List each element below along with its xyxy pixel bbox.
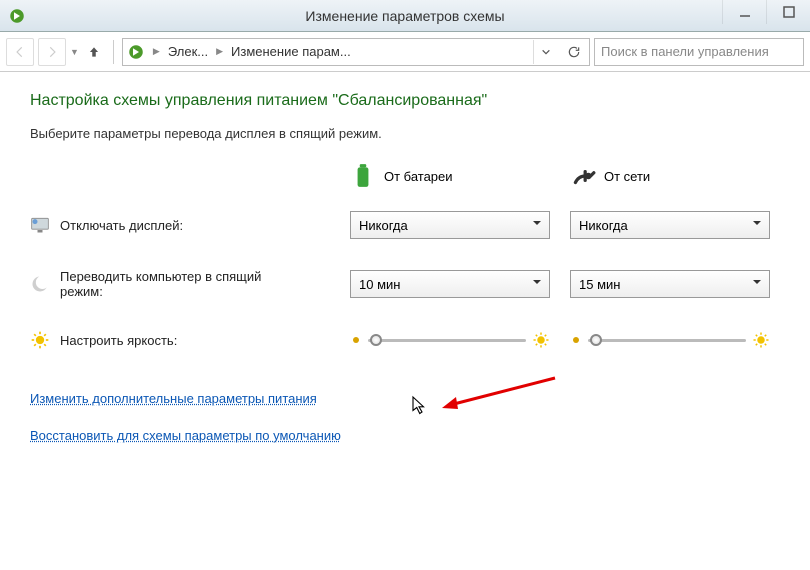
nav-bar: ▼ ▶ Элек... ▶ Изменение парам... Поиск в… <box>0 32 810 72</box>
monitor-icon <box>30 215 50 235</box>
page-subheading: Выберите параметры перевода дисплея в сп… <box>30 126 790 141</box>
brightness-plugged-slider[interactable] <box>570 329 770 351</box>
maximize-button[interactable] <box>766 0 810 24</box>
display-off-battery-select[interactable]: Никогда <box>350 211 550 239</box>
breadcrumb-item[interactable]: Элек... <box>166 44 210 59</box>
cursor-icon <box>410 395 428 417</box>
brightness-low-icon <box>570 334 582 346</box>
column-header-battery: От батареи <box>350 163 570 189</box>
breadcrumb[interactable]: ▶ Элек... ▶ Изменение парам... <box>122 38 590 66</box>
brightness-battery-slider[interactable] <box>350 329 550 351</box>
setting-label-text: Переводить компьютер в спящий режим: <box>60 269 300 299</box>
annotation-arrow-icon <box>440 373 560 413</box>
power-options-icon <box>8 7 26 25</box>
sleep-plugged-select[interactable]: 15 мин <box>570 270 770 298</box>
page-heading: Настройка схемы управления питанием "Сба… <box>30 92 790 110</box>
advanced-settings-link[interactable]: Изменить дополнительные параметры питани… <box>30 391 317 406</box>
setting-label-text: Отключать дисплей: <box>60 218 183 233</box>
brightness-high-icon <box>752 331 770 349</box>
moon-icon <box>30 274 50 294</box>
minimize-button[interactable] <box>722 0 766 24</box>
setting-label-text: Настроить яркость: <box>60 333 177 348</box>
setting-row-brightness: Настроить яркость: <box>30 329 790 351</box>
breadcrumb-item[interactable]: Изменение парам... <box>229 44 353 59</box>
column-label: От батареи <box>384 169 453 184</box>
nav-history-dropdown[interactable]: ▼ <box>70 47 79 57</box>
brightness-high-icon <box>532 331 550 349</box>
breadcrumb-dropdown-button[interactable] <box>533 40 557 64</box>
search-input[interactable]: Поиск в панели управления <box>594 38 804 66</box>
nav-up-button[interactable] <box>83 41 105 63</box>
chevron-right-icon: ▶ <box>151 46 162 57</box>
sleep-battery-select[interactable]: 10 мин <box>350 270 550 298</box>
sun-icon <box>30 330 50 350</box>
plug-icon <box>570 163 596 189</box>
battery-icon <box>350 163 376 189</box>
chevron-right-icon: ▶ <box>214 46 225 57</box>
refresh-button[interactable] <box>561 45 587 59</box>
display-off-plugged-select[interactable]: Никогда <box>570 211 770 239</box>
title-bar: Изменение параметров схемы <box>0 0 810 32</box>
power-options-icon <box>127 43 145 61</box>
setting-row-sleep: Переводить компьютер в спящий режим: 10 … <box>30 269 790 299</box>
column-header-plugged: От сети <box>570 163 790 189</box>
nav-back-button[interactable] <box>6 38 34 66</box>
brightness-low-icon <box>350 334 362 346</box>
column-label: От сети <box>604 169 650 184</box>
search-placeholder: Поиск в панели управления <box>601 44 769 59</box>
window-title: Изменение параметров схемы <box>305 8 504 24</box>
restore-defaults-link[interactable]: Восстановить для схемы параметры по умол… <box>30 428 341 443</box>
setting-row-display-off: Отключать дисплей: Никогда Никогда <box>30 211 790 239</box>
nav-forward-button[interactable] <box>38 38 66 66</box>
